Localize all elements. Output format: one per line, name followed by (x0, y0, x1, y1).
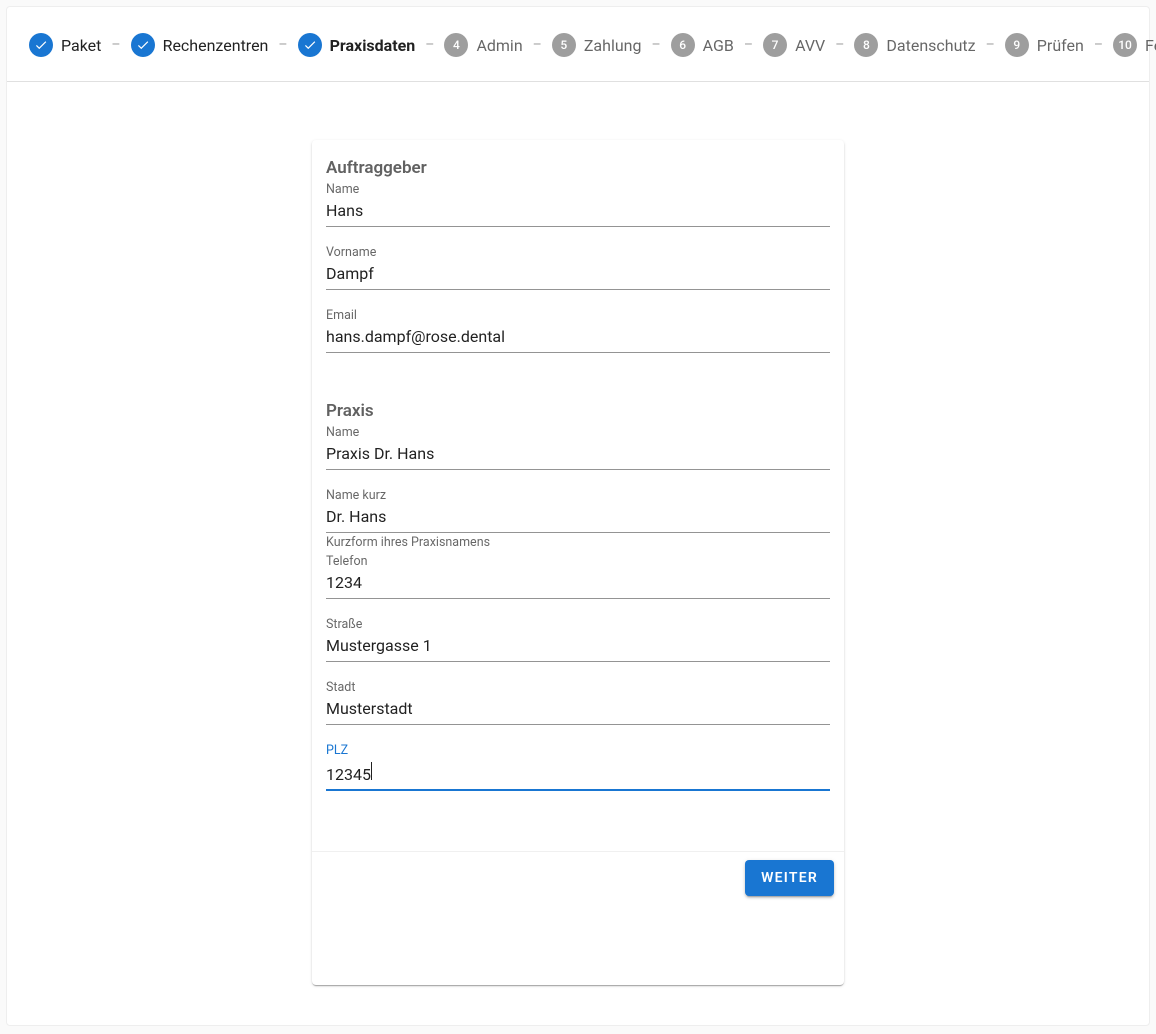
step-label: Datenschutz (886, 36, 975, 55)
step-divider: – (986, 37, 995, 53)
step-divider: – (651, 37, 660, 53)
field-email: Email (326, 308, 830, 353)
step-avv[interactable]: 7 AVV (763, 33, 825, 57)
step-number-icon: 7 (763, 33, 787, 57)
field-label: Stadt (326, 680, 830, 696)
step-label: Rechenzentren (163, 36, 269, 55)
step-fertig[interactable]: 10 Fertig (1113, 33, 1156, 57)
section-auftraggeber: Auftraggeber Name Vorname Email (326, 158, 830, 353)
field-label: PLZ (326, 743, 830, 759)
field-strasse: Straße (326, 617, 830, 662)
section-title: Praxis (326, 401, 830, 421)
step-divider: – (835, 37, 844, 53)
step-divider: – (278, 37, 287, 53)
text-caret-icon (371, 762, 372, 780)
step-number-icon: 9 (1005, 33, 1029, 57)
telefon-input[interactable] (326, 570, 830, 599)
step-label: Fertig (1145, 36, 1156, 55)
check-icon (131, 33, 155, 57)
field-label: Name (326, 425, 830, 441)
step-number-icon: 10 (1113, 33, 1137, 57)
step-label: AGB (703, 36, 734, 55)
field-label: Name kurz (326, 488, 830, 504)
field-label: Straße (326, 617, 830, 633)
field-label: Telefon (326, 554, 830, 570)
field-name: Name (326, 182, 830, 227)
step-admin[interactable]: 4 Admin (444, 33, 522, 57)
step-number-icon: 4 (444, 33, 468, 57)
step-zahlung[interactable]: 5 Zahlung (552, 33, 642, 57)
field-label: Vorname (326, 245, 830, 261)
name-kurz-input[interactable] (326, 504, 830, 533)
step-label: Paket (61, 36, 101, 55)
step-divider: – (533, 37, 542, 53)
check-icon (298, 33, 322, 57)
step-label: Zahlung (584, 36, 642, 55)
step-pruefen[interactable]: 9 Prüfen (1005, 33, 1084, 57)
page-container: Paket – Rechenzentren – Praxisdaten – 4 … (6, 6, 1150, 1026)
section-praxis: Praxis Name Name kurz Kurzform ihres Pra… (326, 401, 830, 791)
step-label: Praxisdaten (330, 36, 416, 55)
field-praxis-name: Name (326, 425, 830, 470)
stepper: Paket – Rechenzentren – Praxisdaten – 4 … (7, 7, 1149, 82)
step-label: AVV (795, 36, 825, 55)
field-stadt: Stadt (326, 680, 830, 725)
field-label: Email (326, 308, 830, 324)
field-name-kurz: Name kurz Kurzform ihres Praxisnamens (326, 488, 830, 550)
next-button[interactable]: Weiter (745, 860, 834, 896)
step-number-icon: 6 (671, 33, 695, 57)
name-input[interactable] (326, 198, 830, 227)
plz-value: 12345 (326, 765, 371, 784)
step-divider: – (1094, 37, 1103, 53)
step-paket[interactable]: Paket (29, 33, 101, 57)
step-label: Admin (476, 36, 522, 55)
field-vorname: Vorname (326, 245, 830, 290)
card-actions: Weiter (312, 851, 844, 904)
step-number-icon: 5 (552, 33, 576, 57)
check-icon (29, 33, 53, 57)
field-telefon: Telefon (326, 554, 830, 599)
form-card: Auftraggeber Name Vorname Email (312, 140, 844, 985)
praxis-name-input[interactable] (326, 441, 830, 470)
step-divider: – (425, 37, 434, 53)
field-label: Name (326, 182, 830, 198)
vorname-input[interactable] (326, 261, 830, 290)
step-divider: – (111, 37, 120, 53)
field-plz: PLZ 12345 (326, 743, 830, 791)
strasse-input[interactable] (326, 633, 830, 662)
step-number-icon: 8 (854, 33, 878, 57)
field-hint: Kurzform ihres Praxisnamens (326, 536, 830, 550)
step-praxisdaten[interactable]: Praxisdaten (298, 33, 416, 57)
plz-input[interactable]: 12345 (326, 759, 830, 791)
step-datenschutz[interactable]: 8 Datenschutz (854, 33, 975, 57)
email-input[interactable] (326, 324, 830, 353)
step-label: Prüfen (1037, 36, 1084, 55)
step-divider: – (744, 37, 753, 53)
step-agb[interactable]: 6 AGB (671, 33, 734, 57)
content-area: Auftraggeber Name Vorname Email (7, 82, 1149, 1025)
step-rechenzentren[interactable]: Rechenzentren (131, 33, 269, 57)
section-title: Auftraggeber (326, 158, 830, 178)
stadt-input[interactable] (326, 696, 830, 725)
